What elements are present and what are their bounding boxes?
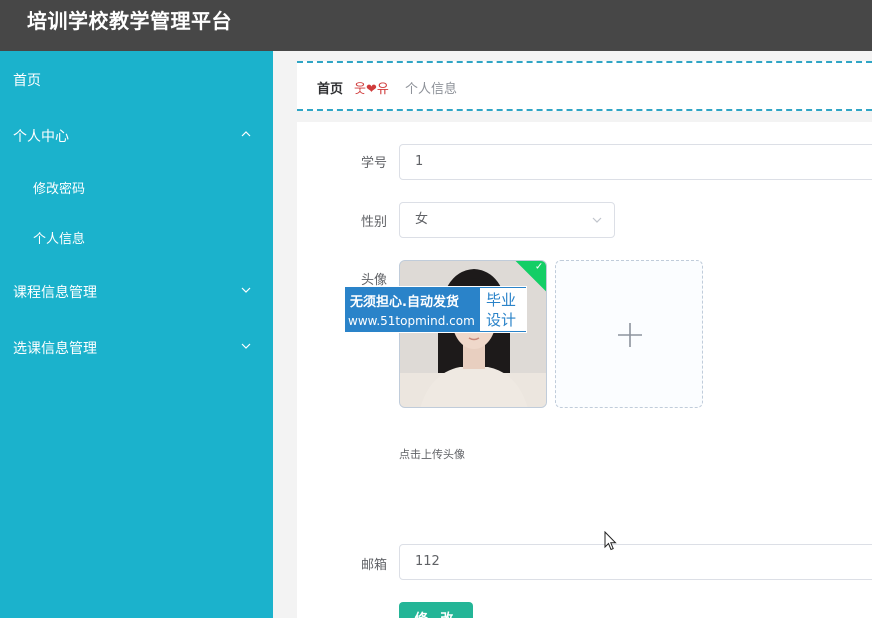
app-title: 培训学校教学管理平台 — [27, 9, 232, 33]
sidebar-item-personal-center[interactable]: 个人中心 — [0, 116, 273, 156]
sidebar-item-home[interactable]: 首页 — [0, 60, 273, 100]
breadcrumb: 首页 웃❤유 个人信息 — [297, 61, 872, 111]
sidebar-item-course-management[interactable]: 课程信息管理 — [0, 272, 273, 312]
profile-form: 学号 1 性别 女 头像 ✓ 点击上传头像 邮箱 112 — [297, 122, 872, 618]
sidebar-item-change-password[interactable]: 修改密码 — [0, 168, 273, 208]
breadcrumb-separator: 웃❤유 — [354, 82, 389, 97]
gender-select[interactable]: 女 — [399, 202, 615, 238]
check-icon: ✓ — [534, 261, 544, 273]
watermark-banner: 无须担心.自动发货 www.51topmind.com 毕业 设计 — [344, 286, 527, 333]
email-input[interactable]: 112 — [399, 544, 872, 580]
gender-label: 性别 — [360, 215, 387, 230]
student-id-input[interactable]: 1 — [399, 144, 872, 180]
chevron-down-icon — [241, 287, 251, 293]
gender-select-value: 女 — [415, 212, 429, 227]
watermark-line2: www.51topmind.com — [348, 314, 475, 328]
student-id-label: 学号 — [360, 156, 387, 171]
avatar-image[interactable]: ✓ — [399, 260, 547, 408]
portrait-photo — [400, 261, 546, 407]
watermark-badge: 毕业 设计 — [480, 288, 526, 331]
watermark-badge-line1: 毕业 — [486, 291, 517, 309]
breadcrumb-current: 个人信息 — [405, 82, 458, 97]
chevron-up-icon — [241, 131, 251, 137]
sidebar-item-label: 个人信息 — [33, 232, 86, 247]
main-content: 首页 웃❤유 个人信息 学号 1 性别 女 头像 ✓ 点击上传头像 邮箱 112 — [273, 51, 872, 618]
sidebar: 首页 个人中心 修改密码 个人信息 课程信息管理 选课信息管理 — [0, 51, 273, 618]
sidebar-item-label: 选课信息管理 — [13, 341, 97, 357]
sidebar-item-label: 个人中心 — [13, 129, 69, 145]
chevron-down-icon — [592, 217, 602, 223]
mouse-cursor-icon — [604, 531, 617, 551]
email-label: 邮箱 — [360, 558, 387, 573]
avatar-upload-button[interactable] — [555, 260, 703, 408]
avatar-upload-hint: 点击上传头像 — [399, 448, 465, 461]
plus-icon — [618, 323, 642, 347]
chevron-down-icon — [241, 343, 251, 349]
watermark-badge-line2: 设计 — [486, 311, 517, 329]
breadcrumb-home[interactable]: 首页 — [317, 78, 343, 97]
sidebar-item-label: 课程信息管理 — [13, 285, 97, 301]
sidebar-item-label: 修改密码 — [33, 182, 86, 197]
sidebar-item-selection-management[interactable]: 选课信息管理 — [0, 328, 273, 368]
sidebar-item-label: 首页 — [13, 73, 41, 89]
submit-button[interactable]: 修 改 — [399, 602, 473, 618]
top-bar: 培训学校教学管理平台 — [0, 0, 872, 51]
sidebar-item-personal-info[interactable]: 个人信息 — [0, 218, 273, 258]
watermark-line1: 无须担心.自动发货 — [350, 295, 459, 310]
